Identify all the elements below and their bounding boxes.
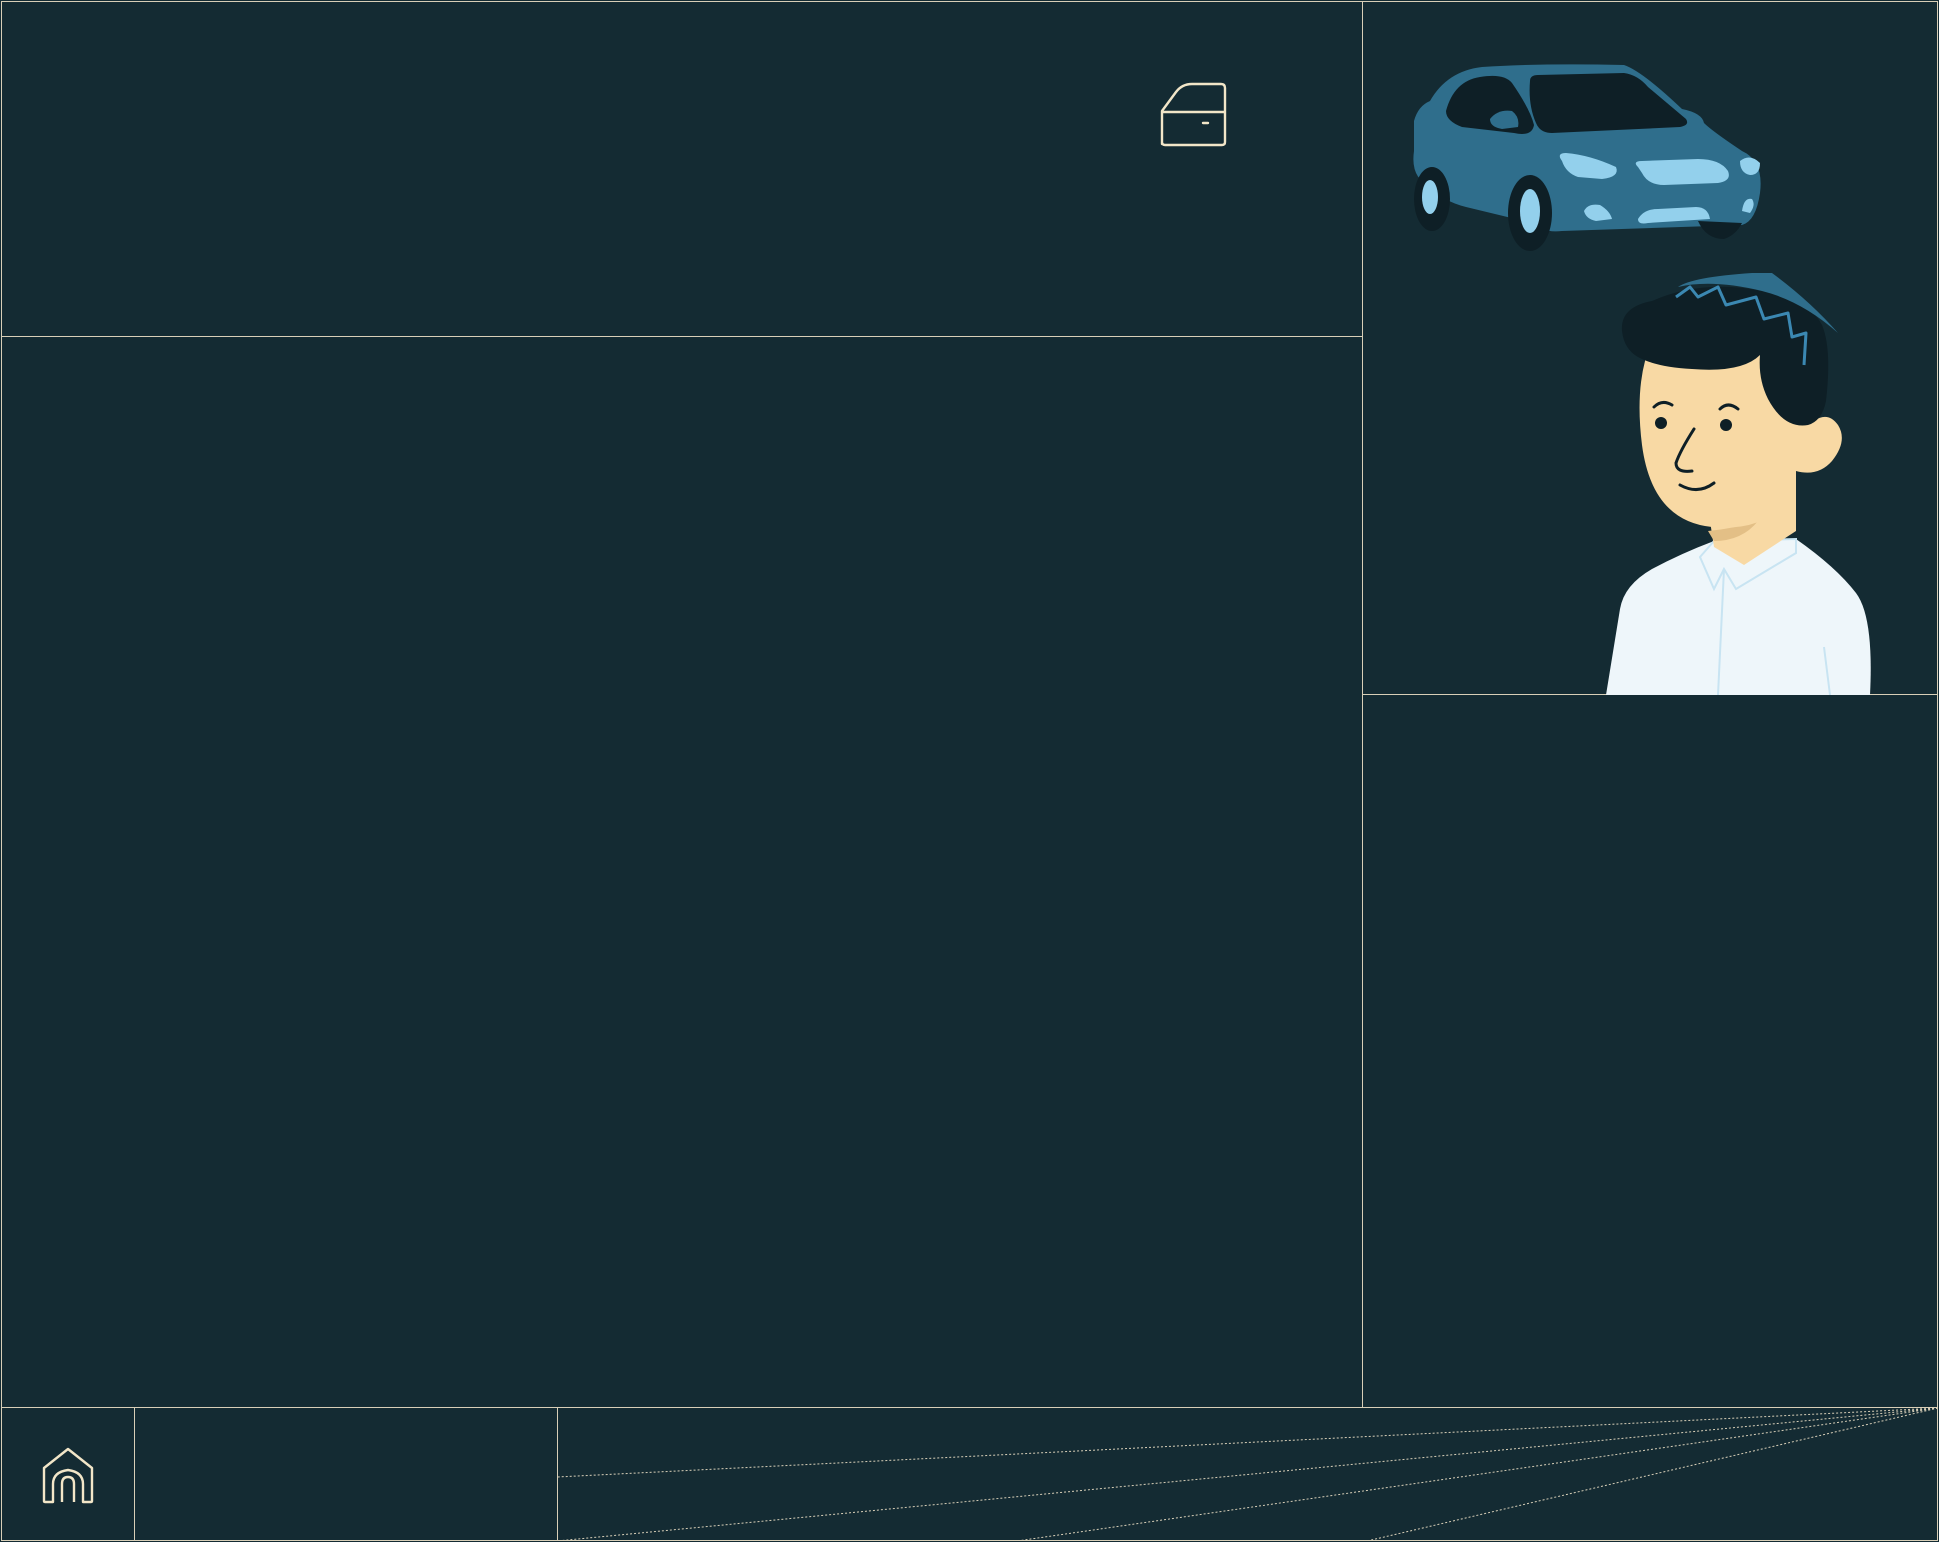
car-door-icon [1160, 82, 1227, 147]
top-panel [1, 1, 1363, 337]
illustration-panel [1362, 1, 1938, 695]
main-panel [1, 336, 1363, 1408]
side-panel [1362, 694, 1938, 1408]
home-button[interactable] [38, 1444, 98, 1504]
footer-middle-cell [134, 1407, 558, 1541]
car-door-button[interactable] [1158, 78, 1230, 150]
app-frame [0, 0, 1939, 1542]
home-icon [42, 1447, 94, 1504]
footer-lines-cell [557, 1407, 1938, 1541]
